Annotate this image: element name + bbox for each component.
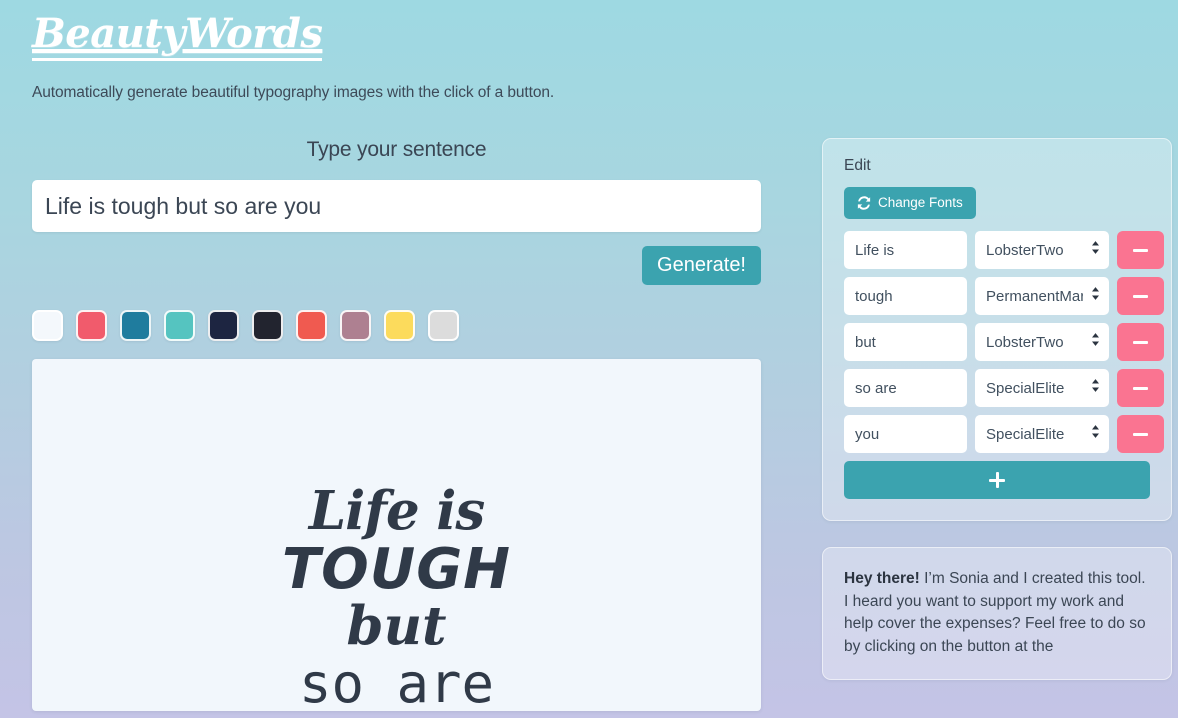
- remove-word-button[interactable]: [1117, 323, 1164, 362]
- minus-icon: [1133, 340, 1148, 344]
- change-fonts-button[interactable]: Change Fonts: [844, 187, 976, 220]
- preview-text-block: Life is TOUGH but so are: [32, 480, 761, 712]
- font-select-wrapper: LobsterTwoPermanentMarkerSpecialElite: [975, 415, 1109, 454]
- preview-line: Life is: [308, 480, 485, 543]
- font-select[interactable]: LobsterTwoPermanentMarkerSpecialElite: [975, 277, 1109, 316]
- color-swatch-teal-blue[interactable]: [120, 310, 151, 342]
- color-swatch-navy[interactable]: [208, 310, 239, 342]
- refresh-icon: [857, 196, 871, 210]
- font-select-wrapper: LobsterTwoPermanentMarkerSpecialElite: [975, 369, 1109, 408]
- font-select[interactable]: LobsterTwoPermanentMarkerSpecialElite: [975, 415, 1109, 454]
- table-row: LobsterTwoPermanentMarkerSpecialElite: [844, 415, 1164, 454]
- support-note-panel: Hey there! I’m Sonia and I created this …: [822, 547, 1172, 681]
- color-swatch-off-white[interactable]: [32, 310, 63, 342]
- font-select-wrapper: LobsterTwoPermanentMarkerSpecialElite: [975, 231, 1109, 270]
- preview-line: but: [346, 594, 447, 657]
- table-row: LobsterTwoPermanentMarkerSpecialElite: [844, 323, 1164, 362]
- sentence-input[interactable]: [32, 180, 761, 233]
- table-row: LobsterTwoPermanentMarkerSpecialElite: [844, 231, 1164, 270]
- typography-preview-canvas[interactable]: Life is TOUGH but so are: [32, 359, 761, 712]
- color-swatch-near-black[interactable]: [252, 310, 283, 342]
- word-row-list: LobsterTwoPermanentMarkerSpecialElite: [844, 231, 1164, 454]
- add-word-button[interactable]: [844, 461, 1150, 500]
- word-input[interactable]: [844, 231, 967, 270]
- preview-line: TOUGH: [281, 537, 512, 603]
- font-select[interactable]: LobsterTwoPermanentMarkerSpecialElite: [975, 369, 1109, 408]
- minus-icon: [1133, 386, 1148, 390]
- word-input[interactable]: [844, 277, 967, 316]
- remove-word-button[interactable]: [1117, 369, 1164, 408]
- brand-title[interactable]: BeautyWords: [32, 10, 323, 62]
- font-select-wrapper: LobsterTwoPermanentMarkerSpecialElite: [975, 323, 1109, 362]
- page-tagline: Automatically generate beautiful typogra…: [32, 84, 555, 102]
- support-note-text: Hey there! I’m Sonia and I created this …: [844, 568, 1150, 658]
- sentence-label: Type your sentence: [306, 138, 487, 162]
- color-swatch-yellow[interactable]: [384, 310, 415, 342]
- edit-panel-title: Edit: [844, 157, 871, 175]
- color-swatch-turquoise[interactable]: [164, 310, 195, 342]
- font-select[interactable]: LobsterTwoPermanentMarkerSpecialElite: [975, 231, 1109, 270]
- preview-line: so are: [298, 651, 495, 712]
- color-swatch-light-grey[interactable]: [428, 310, 459, 342]
- minus-icon: [1133, 432, 1148, 436]
- remove-word-button[interactable]: [1117, 231, 1164, 270]
- change-fonts-label: Change Fonts: [878, 195, 963, 211]
- color-swatch-dusty-rose[interactable]: [340, 310, 371, 342]
- color-swatch-coral-pink[interactable]: [76, 310, 107, 342]
- left-column: Type your sentence Generate! Life is TOU…: [32, 138, 761, 712]
- word-input[interactable]: [844, 415, 967, 454]
- main-layout: Type your sentence Generate! Life is TOU…: [0, 138, 1178, 712]
- font-select[interactable]: LobsterTwoPermanentMarkerSpecialElite: [975, 323, 1109, 362]
- support-note-lead: Hey there!: [844, 570, 920, 588]
- remove-word-button[interactable]: [1117, 277, 1164, 316]
- minus-icon: [1133, 248, 1148, 252]
- word-input[interactable]: [844, 323, 967, 362]
- word-input[interactable]: [844, 369, 967, 408]
- table-row: LobsterTwoPermanentMarkerSpecialElite: [844, 369, 1164, 408]
- remove-word-button[interactable]: [1117, 415, 1164, 454]
- color-swatch-list: [32, 310, 761, 342]
- page-header: BeautyWords Automatically generate beaut…: [0, 0, 1178, 102]
- font-select-wrapper: LobsterTwoPermanentMarkerSpecialElite: [975, 277, 1109, 316]
- generate-row: Generate!: [32, 246, 761, 286]
- minus-icon: [1133, 294, 1148, 298]
- edit-panel: Edit Change Fonts LobsterTwoPermanentMar…: [822, 138, 1172, 522]
- generate-button[interactable]: Generate!: [642, 246, 761, 286]
- table-row: LobsterTwoPermanentMarkerSpecialElite: [844, 277, 1164, 316]
- right-column: Edit Change Fonts LobsterTwoPermanentMar…: [822, 138, 1172, 681]
- color-swatch-red-coral[interactable]: [296, 310, 327, 342]
- plus-icon: [995, 472, 999, 489]
